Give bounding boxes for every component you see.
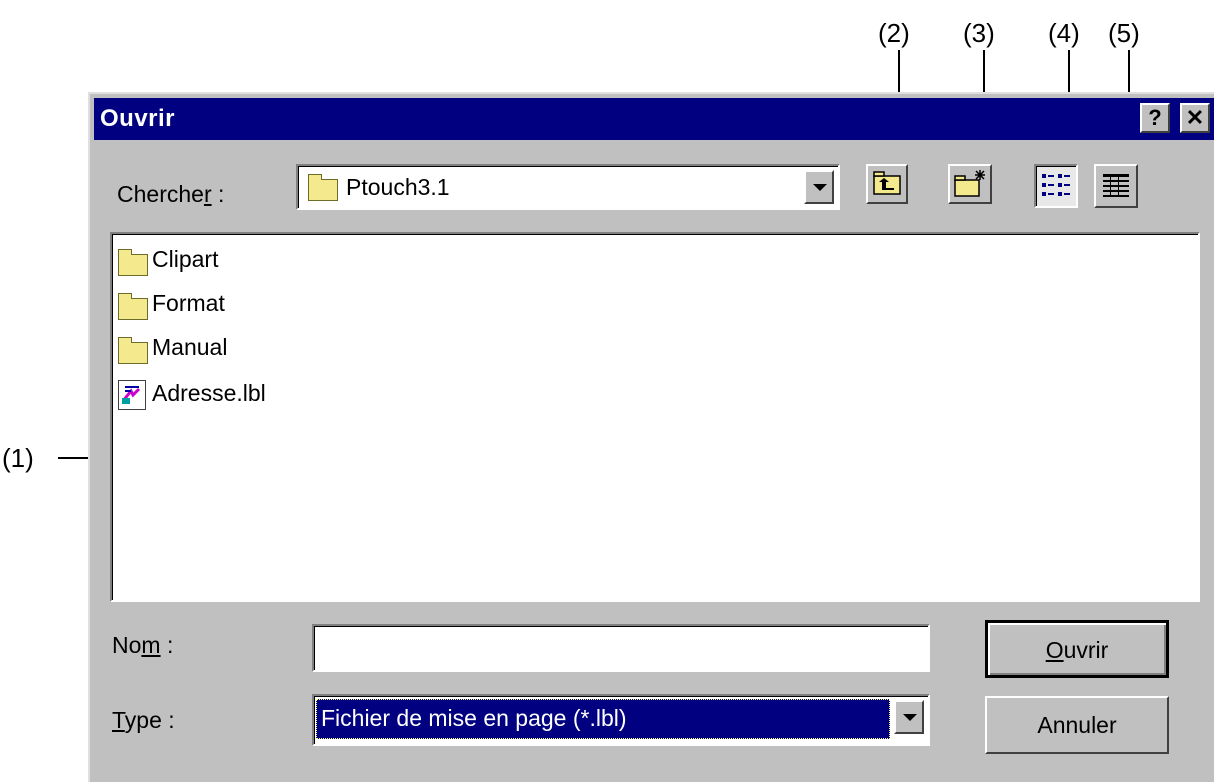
label-file-icon (118, 380, 146, 410)
dialog-title: Ouvrir (100, 105, 176, 132)
open-dialog: Ouvrir ? ✕ Chercher : Ptouch3.1 Clipart … (88, 92, 1214, 782)
title-bar[interactable]: Ouvrir ? ✕ (94, 98, 1214, 140)
open-folder-icon (308, 174, 338, 201)
file-type-selection: Fichier de mise en page (*.lbl) (316, 699, 890, 739)
list-item[interactable]: Manual (112, 322, 512, 366)
details-view-button[interactable] (1094, 164, 1138, 208)
look-in-label: Chercher : (117, 181, 225, 207)
list-view-button[interactable] (1034, 164, 1078, 208)
callout-2: (2) (878, 18, 910, 48)
close-icon: ✕ (1185, 105, 1205, 130)
cancel-button[interactable]: Annuler (985, 696, 1169, 754)
list-item-label: Manual (152, 334, 228, 360)
type-label: Type : (112, 707, 175, 733)
up-one-level-button[interactable] (866, 164, 908, 204)
list-item[interactable]: Adresse.lbl (112, 366, 512, 410)
file-type-value: Fichier de mise en page (*.lbl) (321, 705, 627, 731)
list-view-icon (1042, 174, 1070, 196)
help-icon: ? (1148, 105, 1162, 130)
open-button-label: Ouvrir (1045, 637, 1109, 663)
name-label: Nom : (112, 632, 174, 658)
open-button[interactable]: Ouvrir (985, 620, 1169, 678)
cancel-button-label: Annuler (1037, 712, 1117, 738)
new-folder-button[interactable] (948, 164, 992, 204)
close-button[interactable]: ✕ (1180, 103, 1210, 133)
callout-5: (5) (1108, 18, 1140, 48)
folder-icon (118, 249, 148, 276)
callout-4: (4) (1048, 18, 1080, 48)
folder-icon (118, 337, 148, 364)
look-in-combobox[interactable]: Ptouch3.1 (296, 164, 840, 210)
file-type-dropdown-button[interactable] (894, 700, 924, 734)
details-view-icon (1103, 174, 1129, 197)
folder-icon (118, 293, 148, 320)
file-name-input[interactable] (312, 624, 930, 672)
list-item-label: Format (152, 290, 225, 316)
look-in-dropdown-button[interactable] (804, 170, 834, 204)
file-list[interactable]: Clipart Format Manual Adresse.lbl (110, 232, 1200, 602)
list-item-label: Adresse.lbl (152, 380, 266, 406)
list-item[interactable]: Format (112, 278, 512, 322)
callout-3: (3) (963, 18, 995, 48)
file-type-combobox[interactable]: Fichier de mise en page (*.lbl) (312, 694, 930, 746)
callout-1: (1) (2, 443, 34, 473)
help-button[interactable]: ? (1140, 103, 1170, 133)
up-one-level-icon (873, 171, 901, 195)
new-folder-icon (954, 170, 985, 197)
list-item-label: Clipart (152, 246, 219, 272)
list-item[interactable]: Clipart (112, 234, 512, 278)
look-in-value: Ptouch3.1 (346, 174, 450, 200)
